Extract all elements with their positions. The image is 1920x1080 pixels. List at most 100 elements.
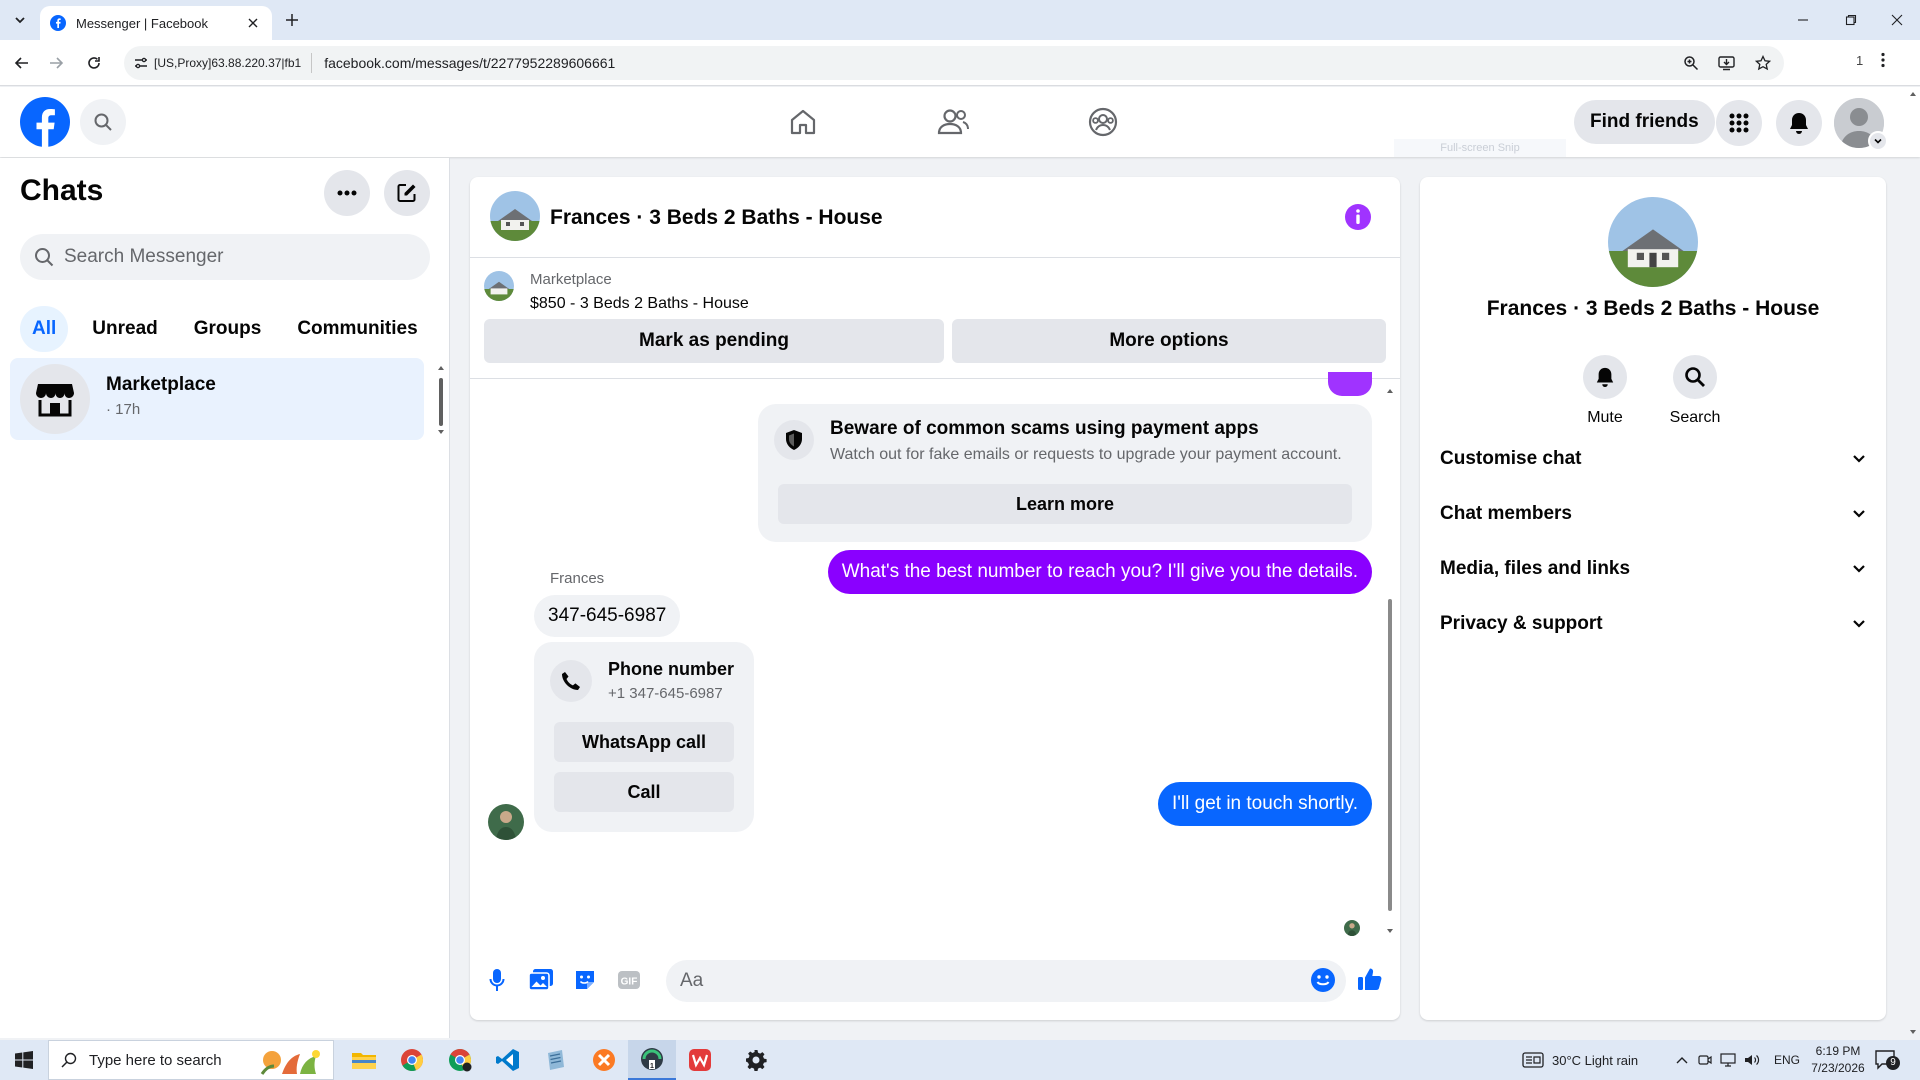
install-app-icon[interactable] <box>1716 52 1738 74</box>
outgoing-message[interactable]: I'll get in touch shortly. <box>1158 782 1372 826</box>
search-messenger-input[interactable] <box>64 246 404 268</box>
new-message-compose-icon[interactable] <box>384 170 430 216</box>
message-thread: Beware of common scams using payment app… <box>470 372 1400 940</box>
friends-icon[interactable] <box>930 99 976 145</box>
notifications-bell-icon[interactable] <box>1776 100 1822 146</box>
groups-icon[interactable] <box>1080 99 1126 145</box>
vscode-icon[interactable] <box>484 1040 532 1080</box>
search-label: Search <box>1669 409 1721 426</box>
search-messenger-field[interactable] <box>20 234 430 280</box>
whatsapp-call-button[interactable]: WhatsApp call <box>554 722 734 762</box>
thread-scrollbar[interactable] <box>1384 383 1396 939</box>
network-icon[interactable] <box>1720 1053 1736 1067</box>
close-window-icon[interactable] <box>1874 6 1920 34</box>
windows-start-icon[interactable] <box>0 1040 48 1080</box>
microphone-icon[interactable] <box>482 965 512 995</box>
more-options-icon[interactable] <box>324 170 370 216</box>
attach-photo-icon[interactable] <box>526 965 556 995</box>
sticker-icon[interactable] <box>570 965 600 995</box>
scam-warning-card: Beware of common scams using payment app… <box>758 404 1372 542</box>
gif-icon[interactable]: GIF <box>614 965 644 995</box>
listing-thumbnail[interactable] <box>484 271 514 301</box>
conversation-title[interactable]: Frances · 3 Beds 2 Baths - House <box>550 206 883 230</box>
filter-all[interactable]: All <box>20 306 69 352</box>
mute-label: Mute <box>1587 409 1623 426</box>
filter-unread[interactable]: Unread <box>80 306 169 352</box>
facebook-logo-icon[interactable] <box>20 97 70 147</box>
forward-arrow-icon[interactable] <box>44 51 68 75</box>
zoom-icon[interactable] <box>1680 52 1702 74</box>
home-icon[interactable] <box>780 99 826 145</box>
mark-as-pending-button[interactable]: Mark as pending <box>484 319 944 363</box>
filter-communities[interactable]: Communities <box>285 306 429 352</box>
bookmark-star-icon[interactable] <box>1752 52 1774 74</box>
language-indicator[interactable]: ENG <box>1774 1053 1800 1067</box>
new-tab-plus-icon[interactable] <box>282 10 302 30</box>
listing-title[interactable]: $850 - 3 Beds 2 Baths - House <box>530 295 749 313</box>
find-friends-button[interactable]: Find friends <box>1574 100 1715 144</box>
address-bar[interactable]: [US,Proxy]63.88.220.37|fb1 facebook.com/… <box>124 46 1784 80</box>
minimize-icon[interactable] <box>1780 6 1826 34</box>
thumbs-up-like-icon[interactable] <box>1354 963 1386 995</box>
tray-chevron-up-icon[interactable] <box>1676 1056 1688 1064</box>
section-media-files-links[interactable]: Media, files and links <box>1440 549 1866 589</box>
restore-icon[interactable] <box>1828 6 1874 34</box>
extension-count-badge[interactable]: 1 <box>1856 53 1863 68</box>
section-customise-chat[interactable]: Customise chat <box>1440 439 1866 479</box>
settings-gear-icon[interactable] <box>732 1040 780 1080</box>
search-in-chat-icon[interactable] <box>1673 355 1717 399</box>
chat-list-scrollbar[interactable] <box>436 362 446 438</box>
weather-widget-icon <box>1522 1052 1544 1068</box>
message-input[interactable] <box>680 970 1280 992</box>
reload-icon[interactable] <box>82 51 106 75</box>
outgoing-message[interactable]: What's the best number to reach you? I'l… <box>827 550 1372 594</box>
emoji-smiley-icon[interactable] <box>1308 965 1338 995</box>
url-text: facebook.com/messages/t/2277952289606661 <box>324 55 616 71</box>
chat-list-item-marketplace[interactable]: Marketplace · 17h <box>10 358 424 440</box>
message-input-field[interactable] <box>666 960 1346 1002</box>
chevron-down-icon <box>1853 455 1865 463</box>
chrome-profile-icon[interactable] <box>436 1040 484 1080</box>
wps-office-icon[interactable] <box>676 1040 724 1080</box>
listing-house-avatar[interactable] <box>490 191 540 241</box>
chrome-icon[interactable] <box>388 1040 436 1080</box>
notification-center-icon[interactable]: 9 <box>1874 1048 1900 1072</box>
incoming-message[interactable]: 347-645-6987 <box>534 595 681 637</box>
taskbar-clock[interactable]: 6:19 PM 7/23/2026 <box>1800 1043 1876 1077</box>
back-arrow-icon[interactable] <box>10 51 34 75</box>
xampp-icon[interactable] <box>580 1040 628 1080</box>
file-explorer-icon[interactable] <box>340 1040 388 1080</box>
active-app-badge-icon[interactable]: 1 <box>628 1040 676 1080</box>
mute-action[interactable]: Mute <box>1560 355 1650 427</box>
more-options-button[interactable]: More options <box>952 319 1386 363</box>
bell-mute-icon[interactable] <box>1583 355 1627 399</box>
chevron-down-icon <box>1853 565 1865 573</box>
tab-close-icon[interactable] <box>244 14 262 32</box>
menu-grid-icon[interactable] <box>1716 100 1762 146</box>
page-scrollbar[interactable] <box>1906 88 1920 1038</box>
learn-more-button[interactable]: Learn more <box>778 484 1352 524</box>
account-chevron-icon[interactable] <box>1868 131 1888 151</box>
sender-avatar[interactable] <box>488 804 524 840</box>
browser-menu-kebab-icon[interactable] <box>1881 52 1885 68</box>
site-info-chip[interactable]: [US,Proxy]63.88.220.37|fb1 <box>134 53 313 73</box>
weather-widget[interactable]: 30°C Light rain <box>1522 1040 1638 1080</box>
call-button[interactable]: Call <box>554 772 734 812</box>
facebook-search-icon[interactable] <box>80 99 126 145</box>
section-label: Privacy & support <box>1440 613 1603 634</box>
section-chat-members[interactable]: Chat members <box>1440 494 1866 534</box>
details-title: Frances · 3 Beds 2 Baths - House <box>1486 297 1820 320</box>
browser-tab[interactable]: Messenger | Facebook <box>40 6 272 40</box>
section-privacy-support[interactable]: Privacy & support <box>1440 604 1866 644</box>
meet-now-icon[interactable] <box>1698 1053 1712 1067</box>
search-icon <box>61 1052 77 1068</box>
filter-groups[interactable]: Groups <box>182 306 274 352</box>
listing-profile-photo[interactable] <box>1608 197 1698 287</box>
volume-icon[interactable] <box>1744 1053 1760 1067</box>
taskbar-search-placeholder: Type here to search <box>89 1051 222 1069</box>
search-in-chat-action[interactable]: Search <box>1650 355 1740 427</box>
conversation-info-icon[interactable] <box>1344 203 1372 231</box>
notepad-icon[interactable] <box>532 1040 580 1080</box>
proxy-label: [US,Proxy]63.88.220.37|fb1 <box>154 56 302 70</box>
tab-list-chevron-icon[interactable] <box>8 8 32 32</box>
